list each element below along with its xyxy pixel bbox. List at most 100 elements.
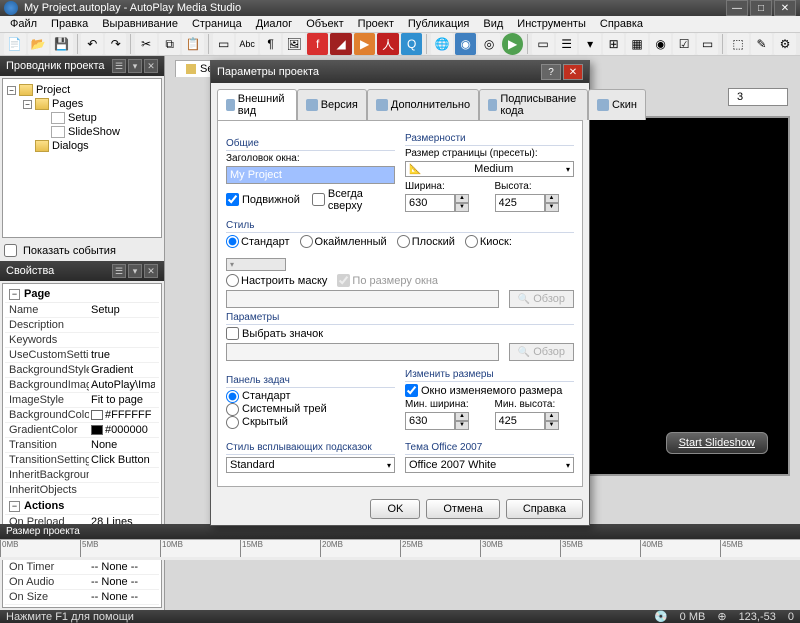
flash-icon[interactable]: f (307, 33, 329, 55)
taskbar-standard-radio[interactable]: Стандарт (226, 390, 395, 403)
style-flat-radio[interactable]: Плоский (397, 235, 455, 248)
save-icon[interactable]: 💾 (51, 33, 73, 55)
props-close-icon[interactable]: ✕ (144, 264, 158, 278)
tab-version[interactable]: Версия (297, 89, 367, 120)
help-button[interactable]: Справка (506, 499, 583, 519)
redo-icon[interactable]: ↷ (105, 33, 127, 55)
progress-icon[interactable]: ▭ (697, 33, 719, 55)
swf-icon[interactable]: ◢ (330, 33, 352, 55)
prop-row[interactable]: BackgroundColor#FFFFFF (5, 408, 159, 423)
web-icon[interactable]: 🌐 (431, 33, 453, 55)
prop-row[interactable]: BackgroundImageAutoPlay\Image (5, 378, 159, 393)
prop-row[interactable]: Keywords (5, 333, 159, 348)
input-value-3[interactable]: 3 (728, 88, 788, 106)
action-row[interactable]: On Size-- None -- (5, 590, 159, 605)
start-slideshow-button[interactable]: Start Slideshow (666, 432, 768, 454)
tree-page-setup[interactable]: Setup (7, 111, 157, 125)
menu-edit[interactable]: Правка (45, 16, 94, 32)
action-row[interactable]: On Audio-- None -- (5, 575, 159, 590)
menu-project[interactable]: Проект (352, 16, 400, 32)
minheight-stepper[interactable]: ▲▼ (495, 412, 575, 430)
close-button[interactable]: ✕ (774, 0, 796, 16)
prop-row[interactable]: TransitionSettingClick Button (5, 453, 159, 468)
maximize-button[interactable]: □ (750, 0, 772, 16)
select-icon[interactable]: ⬚ (727, 33, 749, 55)
project-tree[interactable]: −Project −Pages Setup SlideShow Dialogs (2, 78, 162, 238)
props-pin-icon[interactable]: ▾ (128, 264, 142, 278)
paste-icon[interactable]: 📋 (182, 33, 204, 55)
tooltip-style-select[interactable]: Standard (226, 457, 395, 473)
style-kiosk-radio[interactable]: Киоск: (465, 235, 512, 248)
height-stepper[interactable]: ▲▼ (495, 194, 575, 212)
prop-row[interactable]: Description (5, 318, 159, 333)
taskbar-tray-radio[interactable]: Системный трей (226, 403, 395, 416)
action-row[interactable]: On Timer-- None -- (5, 560, 159, 575)
edit-icon[interactable]: ✎ (751, 33, 773, 55)
undo-icon[interactable]: ↶ (81, 33, 103, 55)
dialog-close-icon[interactable]: ✕ (563, 64, 583, 80)
props-menu-icon[interactable]: ☰ (112, 264, 126, 278)
prop-row[interactable]: InheritBackgroun (5, 468, 159, 483)
width-stepper[interactable]: ▲▼ (405, 194, 485, 212)
menu-tools[interactable]: Инструменты (511, 16, 592, 32)
preset-select[interactable]: 📐 Medium (405, 161, 574, 177)
tab-skin[interactable]: Скин (588, 89, 646, 120)
checkbox-icon[interactable]: ☑ (673, 33, 695, 55)
paragraph-icon[interactable]: ¶ (260, 33, 282, 55)
style-mask-radio[interactable]: Настроить маску (226, 274, 327, 287)
resizable-checkbox[interactable]: Окно изменяемого размера (405, 384, 574, 397)
properties-icon[interactable]: ⚙ (774, 33, 796, 55)
minimize-button[interactable]: — (726, 0, 748, 16)
style-bordered-radio[interactable]: Окаймленный (300, 235, 387, 248)
tree-root[interactable]: −Project (7, 83, 157, 97)
tree-page-slideshow[interactable]: SlideShow (7, 125, 157, 139)
copy-icon[interactable]: ⧉ (159, 33, 181, 55)
input-icon[interactable]: ▭ (532, 33, 554, 55)
prop-row[interactable]: InheritObjects (5, 483, 159, 498)
menu-publish[interactable]: Публикация (402, 16, 475, 32)
window-title-input[interactable] (226, 166, 395, 184)
tab-advanced[interactable]: Дополнительно (367, 89, 479, 120)
theme-select[interactable]: Office 2007 White (405, 457, 574, 473)
prop-row[interactable]: NameSetup (5, 303, 159, 318)
tree-dialogs[interactable]: Dialogs (7, 139, 157, 153)
menu-page[interactable]: Страница (186, 16, 248, 32)
grid-icon[interactable]: ▦ (626, 33, 648, 55)
panel-pin-icon[interactable]: ▾ (128, 59, 142, 73)
taskbar-hidden-radio[interactable]: Скрытый (226, 416, 395, 429)
prop-row[interactable]: TransitionNone (5, 438, 159, 453)
prop-row[interactable]: GradientColor#000000 (5, 423, 159, 438)
prop-row[interactable]: BackgroundStyleGradient (5, 363, 159, 378)
dialog-help-icon[interactable]: ? (541, 64, 561, 80)
tab-codesigning[interactable]: Подписывание кода (479, 89, 588, 120)
plugin-icon[interactable]: ◉ (455, 33, 477, 55)
cancel-button[interactable]: Отмена (426, 499, 499, 519)
image-icon[interactable]: 🖼 (283, 33, 305, 55)
menu-view[interactable]: Вид (477, 16, 509, 32)
video-icon[interactable]: ▶ (354, 33, 376, 55)
pdf-icon[interactable]: 人 (377, 33, 399, 55)
tree-icon[interactable]: ⊞ (603, 33, 625, 55)
label-icon[interactable]: Abc (236, 33, 258, 55)
menu-dialog[interactable]: Диалог (250, 16, 298, 32)
quicktime-icon[interactable]: Q (401, 33, 423, 55)
tree-pages[interactable]: −Pages (7, 97, 157, 111)
minwidth-stepper[interactable]: ▲▼ (405, 412, 485, 430)
hotspot-icon[interactable]: ◎ (478, 33, 500, 55)
menu-align[interactable]: Выравнивание (96, 16, 184, 32)
choose-icon-checkbox[interactable]: Выбрать значок (226, 327, 574, 340)
always-top-checkbox[interactable]: Всегда сверху (312, 188, 395, 212)
combobox-icon[interactable]: ▾ (579, 33, 601, 55)
style-standard-radio[interactable]: Стандарт (226, 235, 290, 248)
button-icon[interactable]: ▭ (213, 33, 235, 55)
prop-row[interactable]: UseCustomSettintrue (5, 348, 159, 363)
show-events-checkbox[interactable]: Показать события (0, 240, 164, 261)
panel-close-icon[interactable]: ✕ (144, 59, 158, 73)
listbox-icon[interactable]: ☰ (556, 33, 578, 55)
radio-icon[interactable]: ◉ (650, 33, 672, 55)
menu-file[interactable]: Файл (4, 16, 43, 32)
ok-button[interactable]: OK (370, 499, 420, 519)
panel-menu-icon[interactable]: ☰ (112, 59, 126, 73)
prop-row[interactable]: ImageStyleFit to page (5, 393, 159, 408)
movable-checkbox[interactable]: Подвижной (226, 188, 300, 212)
